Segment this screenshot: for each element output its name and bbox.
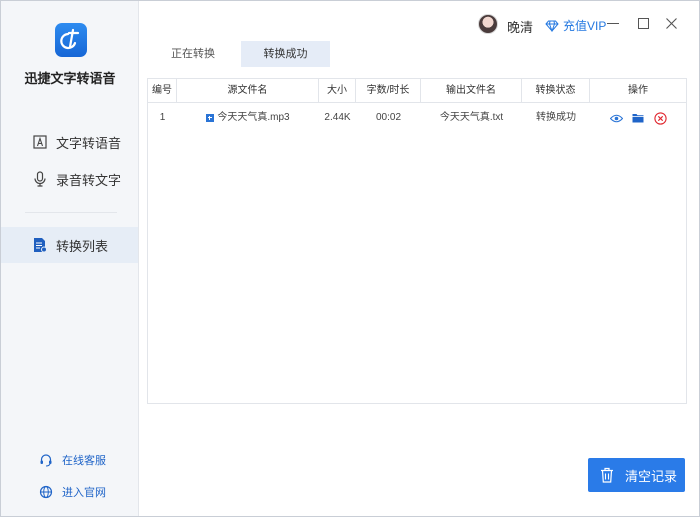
tab-converting[interactable]: 正在转换 [153, 41, 233, 67]
table-row: 1 今天天气真.mp3 2.44K 00:02 今天天气真.txt 转换成功 [148, 104, 686, 132]
preview-button[interactable] [609, 111, 623, 125]
cell-size: 2.44K [324, 112, 351, 123]
sidebar-item-label: 录音转文字 [56, 172, 122, 188]
column-header-duration: 字数/时长 [356, 79, 421, 103]
app-window: 迅捷文字转语音 文字转语音 录音转文字 转换列表 在线客服 进入官网 晚清 充值… [0, 0, 700, 517]
sidebar-divider [25, 212, 117, 213]
sidebar-item-text-to-speech[interactable]: 文字转语音 [1, 124, 138, 160]
column-header-index: 编号 [148, 79, 177, 103]
online-support-label: 在线客服 [62, 455, 106, 467]
sidebar-item-label: 文字转语音 [56, 135, 122, 151]
username[interactable]: 晚清 [507, 17, 533, 36]
minimize-button[interactable] [606, 16, 620, 30]
open-folder-button[interactable] [631, 111, 645, 125]
cell-source-file[interactable]: 今天天气真.mp3 [177, 104, 319, 132]
globe-icon [39, 485, 53, 499]
app-name: 迅捷文字转语音 [24, 71, 116, 86]
online-support-link[interactable]: 在线客服 [39, 452, 106, 468]
sidebar-item-speech-to-text[interactable]: 录音转文字 [1, 161, 138, 197]
expand-icon[interactable] [206, 114, 215, 122]
delete-circle-icon [653, 111, 667, 125]
app-logo [55, 23, 87, 57]
official-website-link[interactable]: 进入官网 [39, 484, 106, 500]
official-website-label: 进入官网 [62, 487, 106, 499]
minimize-icon [607, 22, 619, 24]
clear-records-button[interactable]: 清空记录 [588, 458, 685, 492]
delete-button[interactable] [653, 111, 667, 125]
cell-output-file: 今天天气真.txt [439, 112, 504, 123]
cell-actions [590, 104, 686, 132]
title-bar: 晚清 充值VIP [140, 1, 700, 41]
eye-icon [609, 114, 623, 122]
clear-records-label: 清空记录 [625, 468, 678, 484]
column-header-status: 转换状态 [522, 79, 590, 103]
column-header-output-file: 输出文件名 [421, 79, 522, 103]
sidebar-item-conversion-list[interactable]: 转换列表 [1, 227, 138, 263]
close-icon [665, 17, 677, 29]
cell-index: 1 [159, 112, 166, 123]
document-list-icon [32, 237, 48, 253]
microphone-icon [32, 171, 48, 187]
recharge-vip-button[interactable]: 充值VIP [545, 17, 606, 34]
column-header-source-file: 源文件名 [177, 79, 319, 103]
text-a-icon [32, 134, 48, 150]
cell-status: 转换成功 [536, 112, 576, 123]
close-button[interactable] [664, 16, 678, 30]
table-header: 编号 源文件名 大小 字数/时长 输出文件名 转换状态 操作 [148, 79, 686, 103]
folder-icon [632, 114, 644, 123]
sidebar: 迅捷文字转语音 文字转语音 录音转文字 转换列表 在线客服 进入官网 [1, 1, 139, 516]
avatar[interactable] [478, 14, 498, 34]
conversion-table: 编号 源文件名 大小 字数/时长 输出文件名 转换状态 操作 1 今天天气真.m… [147, 78, 687, 404]
tab-converted[interactable]: 转换成功 [241, 41, 330, 67]
maximize-icon [637, 17, 649, 29]
diamond-icon [545, 20, 559, 32]
maximize-button[interactable] [636, 16, 650, 30]
column-header-actions: 操作 [628, 85, 648, 96]
trash-icon [600, 467, 614, 483]
column-header-size: 大小 [319, 79, 356, 103]
cell-duration: 00:02 [375, 112, 402, 123]
source-file-name: 今天天气真.mp3 [217, 112, 290, 123]
vip-label: 充值VIP [563, 19, 607, 33]
sidebar-item-label: 转换列表 [56, 238, 109, 254]
headset-icon [39, 453, 53, 467]
